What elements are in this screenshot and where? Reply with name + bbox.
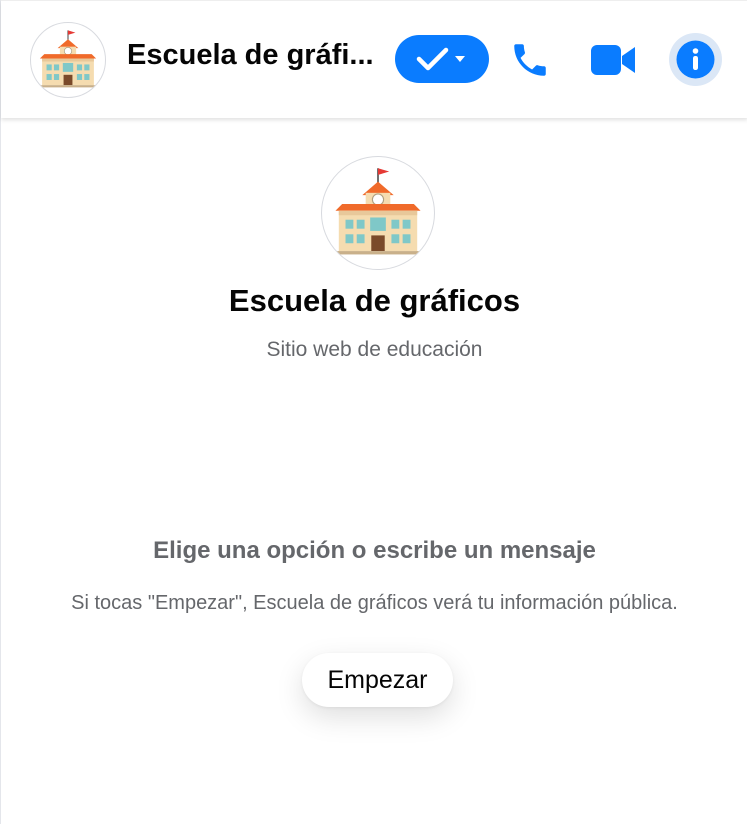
welcome-prompt: Elige una opción o escribe un mensaje — [153, 537, 596, 564]
status-dropdown-button[interactable] — [395, 35, 489, 83]
phone-icon — [514, 44, 546, 76]
school-building-icon — [39, 30, 97, 88]
call-button[interactable] — [509, 39, 551, 81]
profile-category: Sitio web de educación — [266, 338, 483, 361]
privacy-notice: Si tocas "Empezar", Escuela de gráficos … — [71, 592, 678, 614]
info-button[interactable] — [669, 33, 722, 86]
chat-header: Escuela de gráfi... — [1, 0, 747, 118]
school-avatar[interactable] — [30, 22, 106, 98]
profile-name: Escuela de gráficos — [228, 283, 521, 318]
video-call-button[interactable] — [591, 43, 635, 77]
start-button[interactable]: Empezar — [302, 653, 453, 707]
profile-avatar — [321, 156, 435, 270]
school-building-icon — [335, 168, 421, 255]
check-icon — [416, 47, 449, 71]
info-icon — [676, 40, 715, 79]
video-camera-icon — [591, 45, 635, 75]
chat-title[interactable]: Escuela de gráfi... — [127, 39, 374, 72]
caret-down-icon — [455, 56, 465, 62]
